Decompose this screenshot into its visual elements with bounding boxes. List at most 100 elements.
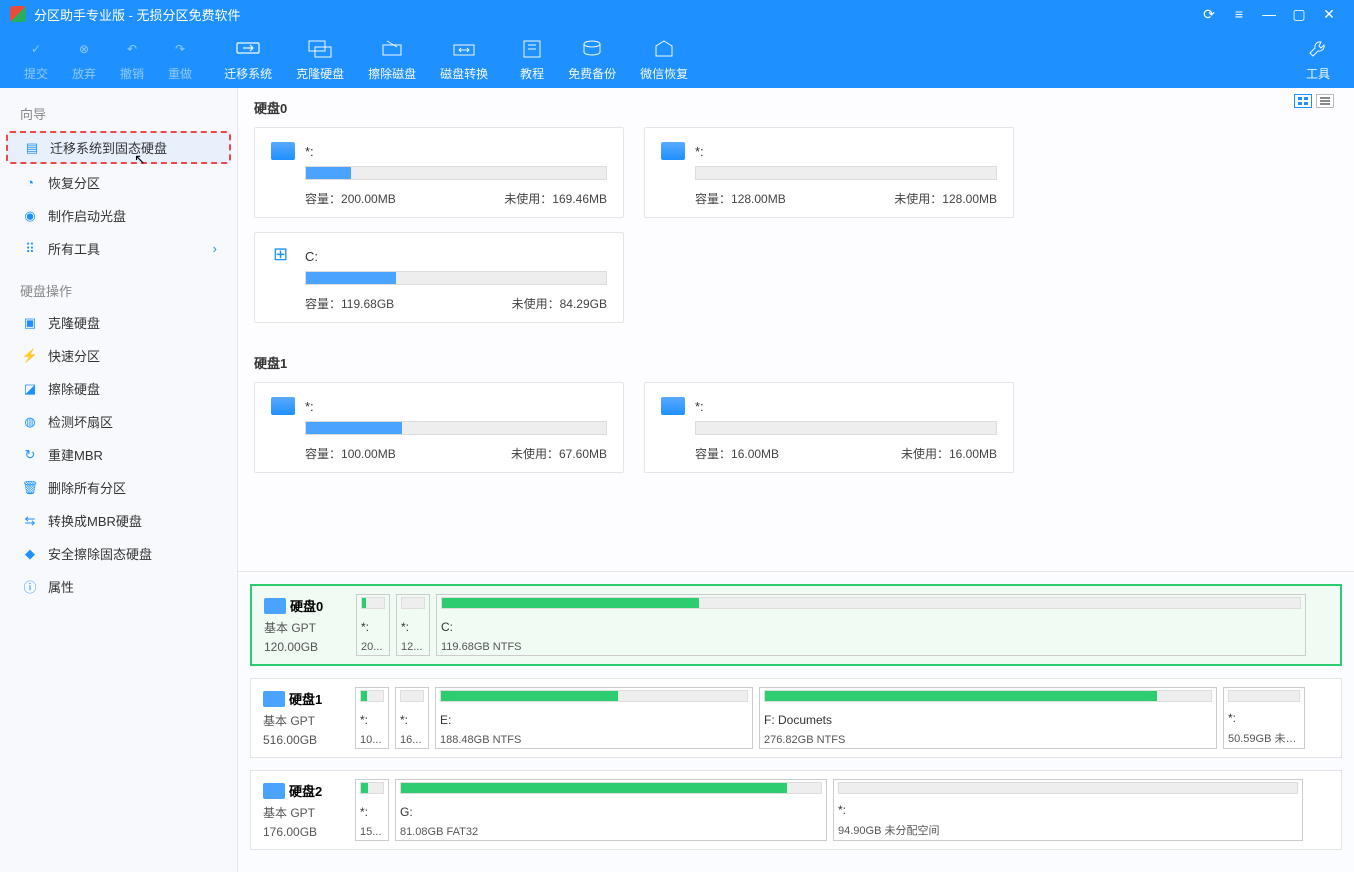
partition-card[interactable]: C: 容量：119.68GB未使用：84.29GB xyxy=(254,232,624,323)
partition-name: *: xyxy=(305,144,314,159)
sidebar-item-label: 转换成MBR硬盘 xyxy=(48,511,142,530)
clone-icon: ▣ xyxy=(20,315,40,331)
commit-button[interactable]: ✓提交 xyxy=(24,35,48,82)
scan-icon: ◍ xyxy=(20,414,40,430)
disk1-title: 硬盘1 xyxy=(254,353,1338,372)
partition-name: *: xyxy=(695,399,704,414)
windows-icon xyxy=(271,247,295,265)
sidebar-item-props[interactable]: ⓘ 属性 xyxy=(0,570,237,603)
sidebar-item-clone-disk[interactable]: ▣ 克隆硬盘 xyxy=(0,306,237,339)
app-title: 分区助手专业版 - 无损分区免费软件 xyxy=(34,5,1194,24)
sidebar-item-label: 快速分区 xyxy=(48,346,100,365)
disk-map: 硬盘0 基本 GPT 120.00GB *:20...*:12...C:119.… xyxy=(238,572,1354,872)
disk-row-2[interactable]: 硬盘2 基本 GPT 176.00GB *:15...G:81.08GB FAT… xyxy=(250,770,1342,850)
sidebar-item-label: 克隆硬盘 xyxy=(48,313,100,332)
sidebar-item-all-tools[interactable]: ⠿ 所有工具 › xyxy=(0,232,237,265)
sidebar-item-label: 恢复分区 xyxy=(48,173,100,192)
drive-icon xyxy=(271,397,295,415)
grid-icon: ⠿ xyxy=(20,241,40,257)
disk-icon xyxy=(263,783,285,799)
sidebar-item-label: 删除所有分区 xyxy=(48,478,126,497)
menu-icon[interactable]: ≡ xyxy=(1224,6,1254,22)
chevron-right-icon: › xyxy=(213,241,217,256)
disk-icon xyxy=(263,691,285,707)
convert-icon: ⇆ xyxy=(20,513,40,529)
sidebar-item-to-mbr[interactable]: ⇆ 转换成MBR硬盘 xyxy=(0,504,237,537)
partition-segment[interactable]: *:50.59GB 未分... xyxy=(1223,687,1305,749)
partition-segment[interactable]: *:12... xyxy=(396,594,430,656)
disk-info: 硬盘1 基本 GPT 516.00GB xyxy=(259,687,349,749)
list-view-button[interactable] xyxy=(1316,94,1334,108)
sidebar: 向导 ▤ 迁移系统到固态硬盘 ↖ ◔恢复分区 ◉ 制作启动光盘 ⠿ 所有工具 › 硬盘… xyxy=(0,88,238,872)
tools-button[interactable]: 工具 xyxy=(1306,35,1330,82)
partition-segment[interactable]: *:10... xyxy=(355,687,389,749)
sidebar-item-label: 所有工具 xyxy=(48,239,100,258)
wechat-recover-button[interactable]: 微信恢复 xyxy=(640,35,688,82)
partition-segment[interactable]: C:119.68GB NTFS xyxy=(436,594,1306,656)
sidebar-item-label: 迁移系统到固态硬盘 xyxy=(50,138,167,157)
eraser-icon: ◪ xyxy=(20,381,40,397)
clone-disk-button[interactable]: 克隆硬盘 xyxy=(296,35,344,82)
rebuild-icon: ↻ xyxy=(20,447,40,463)
partition-name: *: xyxy=(305,399,314,414)
partition-name: *: xyxy=(695,144,704,159)
undo-button[interactable]: ↶撤销 xyxy=(120,35,144,82)
sidebar-item-bad-sector[interactable]: ◍ 检测坏扇区 xyxy=(0,405,237,438)
drive-icon xyxy=(271,142,295,160)
partition-segment[interactable]: E:188.48GB NTFS xyxy=(435,687,753,749)
sidebar-item-label: 重建MBR xyxy=(48,445,103,464)
sidebar-item-wipe-disk[interactable]: ◪ 擦除硬盘 xyxy=(0,372,237,405)
sidebar-item-label: 安全擦除固态硬盘 xyxy=(48,544,152,563)
main-toolbar: ✓提交 ⊗放弃 ↶撤销 ↷重做 迁移系统 克隆硬盘 擦除磁盘 磁盘转换 教程 免… xyxy=(0,28,1354,88)
lightning-icon: ⚡ xyxy=(20,348,40,364)
disk0-title: 硬盘0 xyxy=(254,98,1338,117)
sidebar-item-label: 属性 xyxy=(48,577,74,596)
diskops-section-title: 硬盘操作 xyxy=(0,275,237,306)
drive-icon xyxy=(661,142,685,160)
partition-segment[interactable]: *:94.90GB 未分配空间 xyxy=(833,779,1303,841)
free-backup-button[interactable]: 免费备份 xyxy=(568,35,616,82)
partition-segment[interactable]: *:15... xyxy=(355,779,389,841)
partition-card[interactable]: *: 容量：200.00MB未使用：169.46MB xyxy=(254,127,624,218)
wizard-section-title: 向导 xyxy=(0,98,237,129)
sidebar-item-label: 擦除硬盘 xyxy=(48,379,100,398)
disc-icon: ◉ xyxy=(20,208,40,224)
minimize-button[interactable]: — xyxy=(1254,6,1284,22)
partition-overview: 硬盘0 *: 容量：200.00MB未使用：169.46MB *: 容量：128… xyxy=(238,88,1354,572)
partition-segment[interactable]: G:81.08GB FAT32 xyxy=(395,779,827,841)
titlebar: 分区助手专业版 - 无损分区免费软件 ⟳ ≡ — ▢ ✕ xyxy=(0,0,1354,28)
disk-info: 硬盘0 基本 GPT 120.00GB xyxy=(260,594,350,656)
maximize-button[interactable]: ▢ xyxy=(1284,6,1314,23)
refresh-icon[interactable]: ⟳ xyxy=(1194,6,1224,23)
sidebar-item-rebuild-mbr[interactable]: ↻ 重建MBR xyxy=(0,438,237,471)
wipe-disk-button[interactable]: 擦除磁盘 xyxy=(368,35,416,82)
view-toggle xyxy=(1294,94,1334,108)
close-button[interactable]: ✕ xyxy=(1314,6,1344,23)
ssd-icon: ▤ xyxy=(22,140,42,156)
partition-segment[interactable]: *:20... xyxy=(356,594,390,656)
tutorial-button[interactable]: 教程 xyxy=(520,35,544,82)
card-view-button[interactable] xyxy=(1294,94,1312,108)
partition-card[interactable]: *: 容量：16.00MB未使用：16.00MB xyxy=(644,382,1014,473)
partition-segment[interactable]: F: Documets276.82GB NTFS xyxy=(759,687,1217,749)
sidebar-item-label: 检测坏扇区 xyxy=(48,412,113,431)
info-icon: ⓘ xyxy=(20,579,40,595)
disk-info: 硬盘2 基本 GPT 176.00GB xyxy=(259,779,349,841)
disk-convert-button[interactable]: 磁盘转换 xyxy=(440,35,488,82)
sidebar-item-bootdisc[interactable]: ◉ 制作启动光盘 xyxy=(0,199,237,232)
sidebar-item-recover[interactable]: ◔恢复分区 xyxy=(0,166,237,199)
discard-button[interactable]: ⊗放弃 xyxy=(72,35,96,82)
partition-segment[interactable]: *:16... xyxy=(395,687,429,749)
migrate-os-button[interactable]: 迁移系统 xyxy=(224,35,272,82)
disk-row-0[interactable]: 硬盘0 基本 GPT 120.00GB *:20...*:12...C:119.… xyxy=(250,584,1342,666)
sidebar-item-quick-partition[interactable]: ⚡ 快速分区 xyxy=(0,339,237,372)
disk-row-1[interactable]: 硬盘1 基本 GPT 516.00GB *:10...*:16...E:188.… xyxy=(250,678,1342,758)
partition-card[interactable]: *: 容量：100.00MB未使用：67.60MB xyxy=(254,382,624,473)
sidebar-item-secure-erase[interactable]: ◆安全擦除固态硬盘 xyxy=(0,537,237,570)
disk-icon xyxy=(264,598,286,614)
partition-card[interactable]: *: 容量：128.00MB未使用：128.00MB xyxy=(644,127,1014,218)
sidebar-item-delete-all[interactable]: 🗑删除所有分区 xyxy=(0,471,237,504)
redo-button[interactable]: ↷重做 xyxy=(168,35,192,82)
sidebar-item-label: 制作启动光盘 xyxy=(48,206,126,225)
sidebar-item-migrate-ssd[interactable]: ▤ 迁移系统到固态硬盘 ↖ xyxy=(6,131,231,164)
